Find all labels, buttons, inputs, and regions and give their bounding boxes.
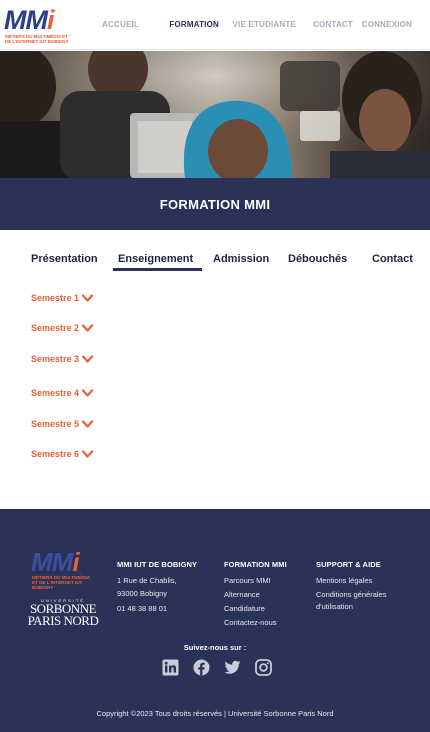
semester-2-toggle[interactable]: Semestre 2 <box>31 323 94 333</box>
footer-col-support: SUPPORT & AIDE Mentions légales Conditio… <box>316 560 386 613</box>
address-line: 93000 Bobigny <box>117 589 168 598</box>
semester-5-toggle[interactable]: Semestre 5 <box>31 419 94 429</box>
linkedin-icon[interactable] <box>162 659 179 676</box>
social-links <box>162 659 272 676</box>
logo-text: MM <box>31 547 73 577</box>
footer-col-title: SUPPORT & AIDE <box>316 560 381 569</box>
page-title-band: FORMATION MMI <box>0 178 430 230</box>
follow-label: Suivez-nous sur : <box>183 643 247 652</box>
footer-link-mentions[interactable]: Mentions légales <box>316 574 386 587</box>
chevron-down-icon <box>82 355 94 363</box>
chevron-down-icon <box>82 420 94 428</box>
semester-label: Semestre 1 <box>31 293 80 303</box>
semester-label: Semestre 2 <box>31 323 80 333</box>
footer-col-formation: FORMATION MMI Parcours MMI Alternance Ca… <box>224 560 287 629</box>
footer-link-alternance[interactable]: Alternance <box>224 588 287 601</box>
nav-contact[interactable]: CONTACT <box>313 20 353 29</box>
semester-label: Semestre 3 <box>31 354 80 364</box>
university-name-line2: PARIS NORD <box>27 613 99 628</box>
chevron-down-icon <box>82 294 94 302</box>
tab-presentation[interactable]: Présentation <box>31 253 98 265</box>
semester-1-toggle[interactable]: Semestre 1 <box>31 293 94 303</box>
nav-accueil[interactable]: ACCUEIL <box>102 20 139 29</box>
semester-label: Semestre 4 <box>31 388 80 398</box>
semester-4-toggle[interactable]: Semestre 4 <box>31 388 94 398</box>
tab-contact[interactable]: Contact <box>372 253 413 265</box>
footer-link-cgu[interactable]: Conditions générales d'utilisation <box>316 589 386 613</box>
page-title: FORMATION MMI <box>159 196 271 212</box>
twitter-icon[interactable] <box>224 659 241 676</box>
address-line: 1 Rue de Chablis, <box>117 576 177 585</box>
footer-col-iut: MMI IUT DE BOBIGNY 1 Rue de Chablis, 930… <box>117 560 197 615</box>
tab-admission[interactable]: Admission <box>213 253 269 265</box>
footer-col-title: FORMATION MMI <box>224 560 287 569</box>
logo-subtitle: MÉTIERS DU MULTIMÉDIA ET DE L'INTERNET I… <box>5 34 69 44</box>
students-photo <box>0 51 430 178</box>
nav-formation[interactable]: FORMATION <box>169 20 219 29</box>
chevron-down-icon <box>82 450 94 458</box>
nav-connexion[interactable]: CONNEXION <box>362 20 412 29</box>
phone-number: 01 48 38 88 01 <box>117 604 168 613</box>
site-header: MMi MÉTIERS DU MULTIMÉDIA ET DE L'INTERN… <box>0 0 430 50</box>
footer-col-title: MMI IUT DE BOBIGNY <box>117 560 198 569</box>
chevron-down-icon <box>82 324 94 332</box>
footer-mmi-logo[interactable]: MMi MÉTIERS DU MULTIMÉDIA ET DE L'INTERN… <box>31 547 93 590</box>
facebook-icon[interactable] <box>193 659 210 676</box>
semester-label: Semestre 6 <box>31 449 80 459</box>
instagram-icon[interactable] <box>255 659 272 676</box>
logo-i: i <box>72 547 79 577</box>
site-footer: MMi MÉTIERS DU MULTIMÉDIA ET DE L'INTERN… <box>0 509 430 732</box>
semester-label: Semestre 5 <box>31 419 80 429</box>
cgu-line2: d'utilisation <box>316 602 353 611</box>
semester-6-toggle[interactable]: Semestre 6 <box>31 449 94 459</box>
logo-i: i <box>46 5 54 35</box>
chevron-down-icon <box>82 389 94 397</box>
sorbonne-logo[interactable]: UNIVERSITÉ SORBONNE PARIS NORD <box>26 598 100 627</box>
cgu-line1: Conditions générales <box>316 590 387 599</box>
tab-enseignement[interactable]: Enseignement <box>118 253 193 265</box>
nav-vie-etudiante[interactable]: VIE ETUDIANTE <box>233 20 297 29</box>
logo-text: MM <box>4 5 48 35</box>
hero-photo <box>0 51 430 178</box>
semester-3-toggle[interactable]: Semestre 3 <box>31 354 94 364</box>
logo-subtitle: MÉTIERS DU MULTIMÉDIA ET DE L'INTERNET I… <box>32 575 90 590</box>
mmi-logo[interactable]: MMi MÉTIERS DU MULTIMÉDIA ET DE L'INTERN… <box>4 6 70 46</box>
footer-link-contact[interactable]: Contactez-nous <box>224 616 287 629</box>
footer-link-candidature[interactable]: Candidature <box>224 602 287 615</box>
active-tab-indicator <box>113 268 202 271</box>
tab-debouches[interactable]: Débouchés <box>288 253 347 265</box>
footer-link-parcours[interactable]: Parcours MMI <box>224 574 287 587</box>
copyright-text: Copyright ©2023 Tous droits réservés | U… <box>96 709 334 718</box>
